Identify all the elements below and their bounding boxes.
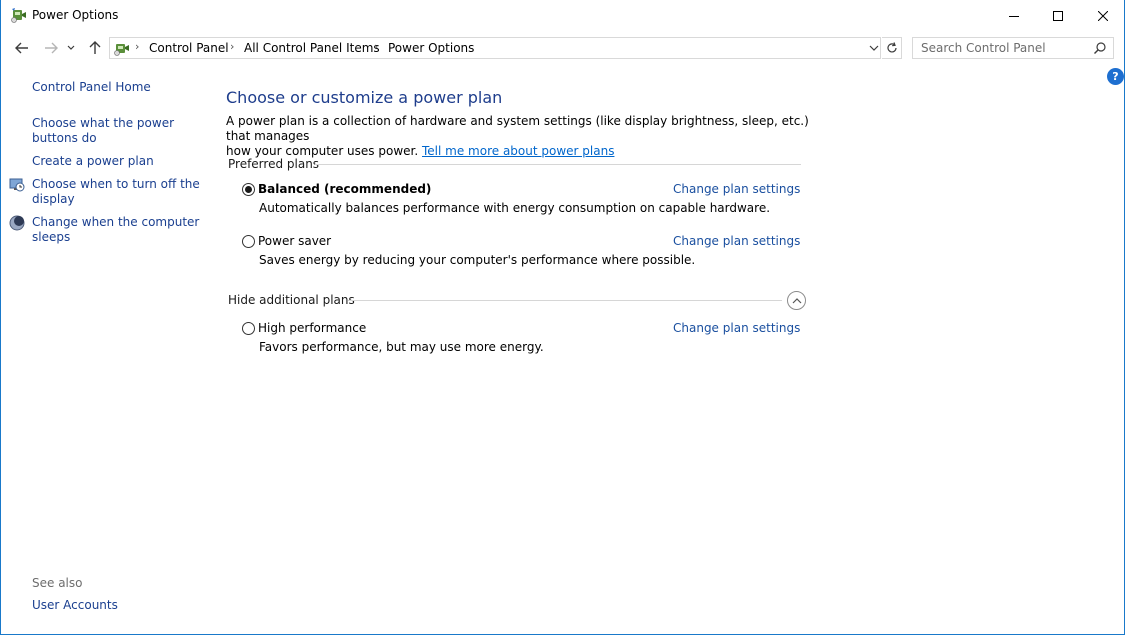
sidebar-link-line: Change when the computer [32, 215, 200, 229]
chevron-down-icon [67, 45, 75, 50]
user-accounts-link[interactable]: User Accounts [32, 598, 118, 613]
plan-name-high-performance[interactable]: High performance [258, 321, 366, 335]
preferred-plans-label: Preferred plans [228, 157, 320, 171]
power-options-icon [11, 8, 26, 23]
breadcrumb-all-items[interactable]: All Control Panel Items [244, 41, 380, 55]
page-description: A power plan is a collection of hardware… [226, 114, 816, 159]
tell-me-more-link[interactable]: Tell me more about power plans [422, 144, 614, 158]
change-plan-settings-power-saver[interactable]: Change plan settings [673, 234, 800, 248]
back-button[interactable] [11, 36, 33, 60]
change-plan-settings-balanced[interactable]: Change plan settings [673, 182, 800, 196]
address-bar[interactable]: › Control Panel › All Control Panel Item… [109, 37, 881, 59]
sleep-moon-icon [9, 215, 25, 231]
power-saver-radio[interactable] [242, 235, 255, 248]
power-options-window: Power Options › Control Panel › All Cont… [0, 0, 1125, 635]
breadcrumb-control-panel[interactable]: Control Panel [149, 41, 229, 55]
sidebar-link-power-buttons[interactable]: Choose what the power buttons do [32, 116, 174, 146]
breadcrumb-separator: › [230, 40, 235, 53]
recent-locations-button[interactable] [64, 36, 78, 60]
address-dropdown-icon[interactable] [867, 41, 881, 55]
refresh-button[interactable] [882, 37, 902, 59]
control-panel-icon [114, 44, 129, 56]
navigation-bar: › Control Panel › All Control Panel Item… [1, 36, 1124, 60]
window-title: Power Options [32, 8, 119, 22]
title-bar: Power Options [1, 0, 1124, 31]
maximize-button[interactable] [1035, 0, 1081, 31]
sidebar-link-computer-sleeps[interactable]: Change when the computer sleeps [32, 215, 199, 245]
search-icon[interactable] [1093, 41, 1107, 55]
page-title: Choose or customize a power plan [226, 88, 503, 107]
sidebar-link-line: Choose when to turn off the [32, 177, 200, 191]
maximize-icon [1053, 10, 1063, 21]
group-divider [348, 300, 782, 301]
balanced-radio[interactable] [242, 183, 255, 196]
plan-desc-power-saver: Saves energy by reducing your computer's… [259, 253, 696, 267]
sidebar-link-line: Choose what the power [32, 116, 175, 130]
plan-desc-high-performance: Favors performance, but may use more ene… [259, 340, 544, 354]
group-divider [315, 164, 801, 165]
forward-button[interactable] [40, 36, 62, 60]
hide-additional-plans-label[interactable]: Hide additional plans [228, 293, 355, 307]
search-placeholder: Search Control Panel [921, 41, 1046, 55]
sidebar-link-turn-off-display[interactable]: Choose when to turn off the display [32, 177, 200, 207]
collapse-plans-button[interactable] [787, 291, 806, 310]
plan-name-power-saver[interactable]: Power saver [258, 234, 331, 248]
search-input[interactable]: Search Control Panel [912, 37, 1114, 59]
control-panel-home-link[interactable]: Control Panel Home [32, 80, 151, 95]
minimize-icon [1009, 15, 1019, 17]
description-line: A power plan is a collection of hardware… [226, 114, 809, 143]
sidebar-link-line: display [32, 192, 75, 206]
display-clock-icon [9, 178, 25, 192]
plan-desc-balanced: Automatically balances performance with … [259, 201, 771, 215]
sidebar-link-line: sleeps [32, 230, 71, 244]
breadcrumb-power-options[interactable]: Power Options [388, 41, 474, 55]
close-button[interactable] [1080, 0, 1125, 31]
sidebar-link-line: buttons do [32, 131, 97, 145]
description-text: how your computer uses power. [226, 144, 419, 158]
plan-name-balanced[interactable]: Balanced (recommended) [258, 182, 431, 196]
minimize-button[interactable] [991, 0, 1037, 31]
close-icon [1098, 10, 1108, 21]
back-arrow-icon [15, 42, 28, 54]
up-button[interactable] [84, 36, 106, 60]
see-also-label: See also [32, 576, 83, 590]
sidebar-link-create-plan[interactable]: Create a power plan [32, 154, 154, 169]
forward-arrow-icon [45, 42, 58, 54]
help-icon[interactable]: ? [1107, 68, 1124, 85]
chevron-up-icon [792, 298, 801, 304]
high-performance-radio[interactable] [242, 322, 255, 335]
breadcrumb-separator: › [135, 40, 140, 53]
up-arrow-icon [89, 41, 101, 54]
refresh-icon [886, 42, 897, 53]
change-plan-settings-high-performance[interactable]: Change plan settings [673, 321, 800, 335]
breadcrumb-separator: › [374, 40, 379, 53]
